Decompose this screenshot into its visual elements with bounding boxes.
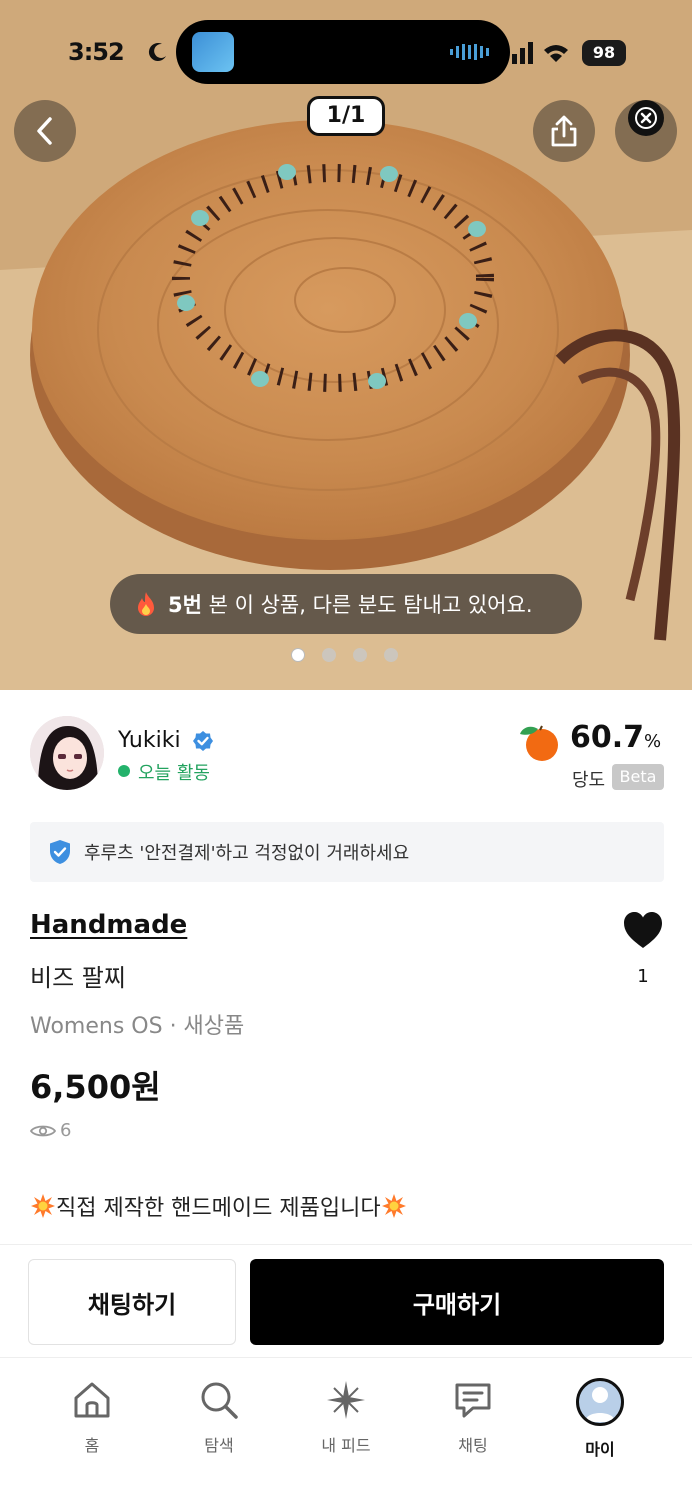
bottom-tab-bar: 홈 탐색 내 피드 채팅 마이 bbox=[0, 1358, 692, 1500]
safe-payment-banner[interactable]: 후루츠 '안전결제'하고 걱정없이 거래하세요 bbox=[30, 822, 664, 882]
verified-badge-icon bbox=[193, 731, 213, 751]
action-bar: 채팅하기 구매하기 bbox=[0, 1244, 692, 1358]
close-button[interactable] bbox=[628, 100, 664, 136]
orange-fruit-icon bbox=[520, 725, 558, 761]
interest-toast: 5번 본 이 상품, 다른 분도 탐내고 있어요. bbox=[110, 574, 582, 634]
like-count: 1 bbox=[637, 966, 649, 987]
online-status-dot bbox=[118, 765, 130, 777]
tab-label: 채팅 bbox=[458, 1436, 488, 1455]
seller-activity: 오늘 활동 bbox=[138, 763, 210, 784]
carousel-dots bbox=[291, 648, 398, 662]
tab-explore[interactable]: 탐색 bbox=[164, 1378, 274, 1456]
image-page-indicator: 1/1 bbox=[307, 96, 385, 136]
profile-icon bbox=[576, 1378, 624, 1426]
product-meta: Womens OS · 새상품 bbox=[30, 1014, 245, 1039]
tab-my[interactable]: 마이 bbox=[545, 1378, 655, 1460]
battery-indicator: 98 bbox=[582, 40, 626, 66]
back-button[interactable] bbox=[14, 100, 76, 162]
seller-avatar[interactable] bbox=[30, 716, 104, 790]
avatar-image bbox=[30, 716, 104, 790]
view-count: 6 bbox=[30, 1120, 71, 1141]
sparkle-icon bbox=[327, 1381, 365, 1419]
focus-moon-icon bbox=[148, 43, 166, 62]
tab-label: 탐색 bbox=[204, 1436, 234, 1455]
tab-label: 홈 bbox=[84, 1436, 100, 1455]
buy-button[interactable]: 구매하기 bbox=[250, 1259, 664, 1345]
tab-label: 마이 bbox=[585, 1440, 615, 1459]
safe-payment-text: 후루츠 '안전결제'하고 걱정없이 거래하세요 bbox=[84, 843, 410, 864]
share-icon bbox=[551, 115, 577, 147]
tab-label: 내 피드 bbox=[321, 1436, 371, 1455]
status-time: 3:52 bbox=[68, 38, 125, 66]
product-price: 6,500원 bbox=[30, 1068, 161, 1106]
chat-icon bbox=[455, 1383, 491, 1418]
collision-emoji-icon bbox=[381, 1194, 406, 1218]
sweetness-label: 당도 bbox=[572, 770, 606, 791]
audio-wave-icon bbox=[450, 44, 489, 60]
dynamic-island bbox=[176, 20, 510, 84]
eye-icon bbox=[30, 1125, 56, 1136]
close-icon bbox=[635, 107, 657, 129]
carousel-dot[interactable] bbox=[322, 648, 336, 662]
carousel-dot[interactable] bbox=[291, 648, 305, 662]
product-description-text: 직접 제작한 핸드메이드 제품입니다 bbox=[56, 1196, 381, 1221]
profile-silhouette-icon bbox=[585, 1387, 615, 1422]
fire-icon bbox=[138, 592, 154, 616]
chat-button[interactable]: 채팅하기 bbox=[28, 1259, 236, 1345]
carousel-dot[interactable] bbox=[353, 648, 367, 662]
toast-text: 5번 본 이 상품, 다른 분도 탐내고 있어요. bbox=[168, 593, 533, 617]
shield-check-icon bbox=[50, 840, 70, 864]
now-playing-artwork bbox=[192, 32, 234, 72]
product-description: 직접 제작한 핸드메이드 제품입니다 bbox=[30, 1190, 407, 1222]
beta-badge: Beta bbox=[612, 764, 664, 790]
product-image-carousel[interactable]: 3:52 98 1/1 5번 본 이 상품, 다른 분도 탐내고 있어요. bbox=[0, 0, 692, 690]
chevron-left-icon bbox=[37, 117, 52, 145]
search-icon bbox=[201, 1382, 238, 1419]
seller-name[interactable]: Yukiki bbox=[118, 728, 181, 753]
product-category-link[interactable]: Handmade bbox=[30, 910, 187, 940]
share-button[interactable] bbox=[533, 100, 595, 162]
product-title: 비즈 팔찌 bbox=[30, 964, 126, 992]
like-heart-icon[interactable] bbox=[622, 910, 664, 950]
collision-emoji-icon bbox=[31, 1194, 55, 1218]
home-icon bbox=[74, 1382, 110, 1418]
seller-section[interactable]: Yukiki 오늘 활동 60.7% 당도 Beta bbox=[0, 690, 692, 810]
view-count-value: 6 bbox=[60, 1120, 72, 1141]
sweetness-score: 60.7% bbox=[570, 720, 662, 755]
carousel-dot[interactable] bbox=[384, 648, 398, 662]
tab-my-feed[interactable]: 내 피드 bbox=[291, 1378, 401, 1456]
tab-home[interactable]: 홈 bbox=[37, 1378, 147, 1456]
tab-chat[interactable]: 채팅 bbox=[418, 1378, 528, 1456]
